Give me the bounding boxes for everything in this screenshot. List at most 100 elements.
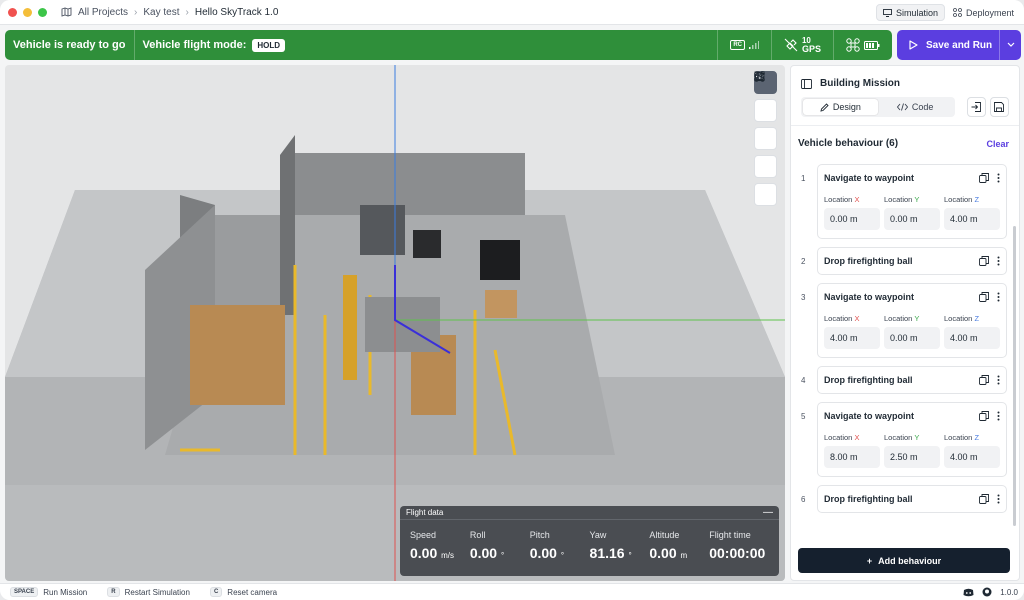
signal-bars-icon: [748, 41, 759, 49]
version-label: 1.0.0: [1000, 587, 1018, 597]
behaviour-card[interactable]: Drop firefighting ball: [817, 247, 1007, 275]
breadcrumb: All Projects › Kay test › Hello SkyTrack…: [61, 7, 278, 18]
minimize-window-button[interactable]: [23, 7, 32, 17]
flight-stat-value: 0.00 °: [530, 545, 590, 561]
copy-icon[interactable]: [979, 173, 989, 183]
location-x-field[interactable]: Location X 4.00 m: [824, 314, 880, 349]
more-vertical-icon[interactable]: [997, 375, 1000, 385]
behaviour-card[interactable]: Drop firefighting ball: [817, 366, 1007, 394]
location-y-field[interactable]: Location Y 2.50 m: [884, 433, 940, 468]
location-text: Location: [884, 314, 913, 323]
location-y-field[interactable]: Location Y 0.00 m: [884, 314, 940, 349]
drone-tool-button[interactable]: [754, 71, 777, 122]
ready-text: Vehicle is ready to go: [13, 39, 126, 51]
save-icon: [994, 102, 1005, 112]
collapse-icon[interactable]: —: [763, 507, 773, 518]
save-and-run-button[interactable]: Save and Run: [897, 30, 1021, 60]
gps-status: 10 GPS: [770, 30, 833, 60]
clear-button[interactable]: Clear: [986, 139, 1009, 149]
location-x-field[interactable]: Location X 8.00 m: [824, 433, 880, 468]
flight-stat-number: 0.00: [529, 545, 557, 561]
tab-code[interactable]: Code: [878, 99, 953, 115]
flight-stat-label: Yaw: [589, 530, 607, 540]
copy-icon[interactable]: [979, 411, 989, 421]
save-mission-button[interactable]: [989, 97, 1009, 117]
more-vertical-icon[interactable]: [997, 411, 1000, 421]
behaviour-item[interactable]: 6 Drop firefighting ball: [791, 485, 1019, 513]
location-z-input[interactable]: 4.00 m: [944, 208, 1000, 230]
behaviour-scrollbar[interactable]: [1013, 226, 1016, 526]
behaviour-item[interactable]: 2 Drop firefighting ball: [791, 247, 1019, 275]
more-vertical-icon[interactable]: [997, 256, 1000, 266]
location-z-input[interactable]: 4.00 m: [944, 446, 1000, 468]
flight-data-values: Speed 0.00 m/s Roll 0.00 ° Pitch 0.00 ° Yaw 81.…: [400, 520, 779, 561]
breadcrumb-project[interactable]: Kay test: [143, 7, 179, 18]
location-x-input[interactable]: 8.00 m: [824, 446, 880, 468]
simulation-mode-button[interactable]: Simulation: [875, 4, 945, 21]
behaviour-card[interactable]: Navigate to waypoint Location X 8.00 m Loca…: [817, 402, 1007, 477]
behaviour-item[interactable]: 1 Navigate to waypoint Location X 0.00 m Loc…: [791, 164, 1019, 239]
copy-icon[interactable]: [979, 494, 989, 504]
simulation-viewport[interactable]: Flight data — Speed 0.00 m/s Roll 0.00 ° Pit…: [5, 65, 785, 581]
breadcrumb-mission: Hello SkyTrack 1.0: [194, 6, 279, 18]
location-z-field[interactable]: Location Z 4.00 m: [944, 433, 1000, 468]
copy-icon[interactable]: [979, 292, 989, 302]
behaviour-item[interactable]: 3 Navigate to waypoint Location X 4.00 m Loc…: [791, 283, 1019, 358]
flight-data-header: Flight data —: [400, 506, 779, 520]
location-x-input[interactable]: 0.00 m: [824, 208, 880, 230]
shortcut-key: SPACE: [10, 587, 39, 597]
add-behaviour-button[interactable]: + Add behaviour: [798, 548, 1010, 573]
chevron-right-icon: ›: [185, 6, 189, 18]
location-x-input[interactable]: 4.00 m: [824, 327, 880, 349]
sidebar-icon[interactable]: [801, 78, 812, 89]
save-run-dropdown-button[interactable]: [999, 30, 1021, 60]
copy-icon[interactable]: [979, 256, 989, 266]
shortcut-hint: SPACE Run Mission: [10, 587, 87, 597]
window-controls: [8, 7, 47, 17]
flight-stat-unit: °: [628, 551, 632, 560]
flight-data-title: Flight data: [406, 508, 444, 517]
location-y-input[interactable]: 0.00 m: [884, 327, 940, 349]
location-z-field[interactable]: Location Z 4.00 m: [944, 195, 1000, 230]
location-y-input[interactable]: 0.00 m: [884, 208, 940, 230]
behaviour-card[interactable]: Navigate to waypoint Location X 0.00 m Loca…: [817, 164, 1007, 239]
location-y-field[interactable]: Location Y 0.00 m: [884, 195, 940, 230]
maximize-window-button[interactable]: [38, 7, 47, 17]
mission-title: Building Mission: [820, 78, 900, 89]
chart-tool-button[interactable]: [754, 71, 777, 178]
more-vertical-icon[interactable]: [997, 292, 1000, 302]
location-text: Location: [944, 195, 973, 204]
github-icon[interactable]: [982, 587, 992, 597]
map-icon: [61, 7, 72, 17]
behaviour-header: Vehicle behaviour (6): [798, 138, 899, 149]
panel-title: Building Mission: [801, 78, 1009, 89]
location-x-field[interactable]: Location X 0.00 m: [824, 195, 880, 230]
axis-letter: Y: [914, 195, 920, 204]
discord-icon[interactable]: [963, 588, 974, 597]
deployment-mode-button[interactable]: Deployment: [947, 4, 1020, 21]
close-window-button[interactable]: [8, 7, 17, 17]
reset-tool-button[interactable]: [754, 71, 777, 206]
flight-stat: Speed 0.00 m/s: [410, 530, 470, 561]
tab-design[interactable]: Design: [803, 99, 878, 115]
behaviour-item[interactable]: 5 Navigate to waypoint Location X 8.00 m Loc…: [791, 402, 1019, 477]
behaviour-item[interactable]: 4 Drop firefighting ball: [791, 366, 1019, 394]
location-label: Location X: [824, 314, 880, 323]
behaviour-card[interactable]: Drop firefighting ball: [817, 485, 1007, 513]
flight-stat: Roll 0.00 °: [470, 530, 530, 561]
map-tool-button[interactable]: [754, 71, 777, 150]
location-label: Location X: [824, 195, 880, 204]
location-y-input[interactable]: 2.50 m: [884, 446, 940, 468]
more-vertical-icon[interactable]: [997, 173, 1000, 183]
behaviour-list[interactable]: 1 Navigate to waypoint Location X 0.00 m Loc…: [791, 164, 1019, 539]
location-z-field[interactable]: Location Z 4.00 m: [944, 314, 1000, 349]
location-z-input[interactable]: 4.00 m: [944, 327, 1000, 349]
import-button[interactable]: [966, 97, 986, 117]
breadcrumb-all-projects[interactable]: All Projects: [78, 7, 128, 18]
flight-stat: Pitch 0.00 °: [530, 530, 590, 561]
shortcut-label: Run Mission: [43, 587, 88, 597]
more-vertical-icon[interactable]: [997, 494, 1000, 504]
shortcut-label: Reset camera: [227, 587, 278, 597]
copy-icon[interactable]: [979, 375, 989, 385]
behaviour-card[interactable]: Navigate to waypoint Location X 4.00 m Loca…: [817, 283, 1007, 358]
